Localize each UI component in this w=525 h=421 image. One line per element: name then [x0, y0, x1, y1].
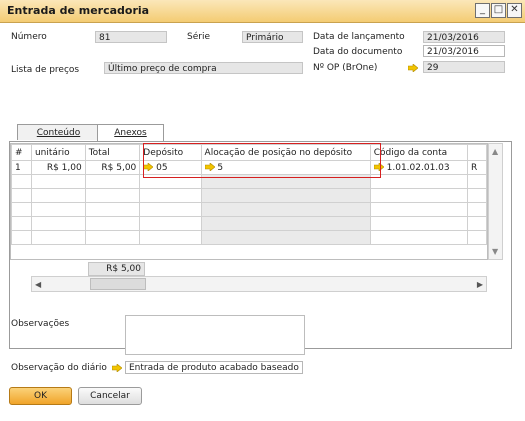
data-documento-label: Data do documento	[313, 47, 403, 57]
col-header-conta[interactable]: Código da conta	[369, 144, 469, 161]
numero-field[interactable]: 81	[95, 31, 167, 43]
ok-button[interactable]: OK	[9, 387, 72, 405]
tab-anexos[interactable]: Anexos	[97, 124, 164, 141]
close-icon[interactable]: ✕	[507, 3, 522, 18]
row-unitario[interactable]: R$ 1,00	[30, 160, 86, 175]
tab-anexos-label: Anexos	[114, 128, 147, 138]
scroll-up-icon[interactable]: ▲	[492, 147, 498, 156]
scroll-thumb[interactable]	[90, 278, 146, 290]
diario-link-arrow-icon[interactable]	[112, 364, 122, 372]
table-row[interactable]	[11, 202, 487, 217]
col-header-r[interactable]	[467, 144, 487, 161]
numero-label: Número	[11, 32, 47, 42]
grid-horizontal-scrollbar[interactable]: ◀ ▶	[31, 276, 487, 292]
observacao-diario-field[interactable]: Entrada de produto acabado baseado n	[125, 361, 303, 374]
data-documento-field[interactable]: 21/03/2016	[423, 45, 505, 57]
scroll-left-icon[interactable]: ◀	[35, 280, 41, 289]
lista-precos-label: Lista de preços	[11, 65, 80, 75]
row-total[interactable]: R$ 5,00	[84, 160, 141, 175]
cancel-button[interactable]: Cancelar	[78, 387, 142, 405]
link-arrow-icon[interactable]	[408, 64, 418, 72]
table-row[interactable]	[11, 216, 487, 231]
window-title: Entrada de mercadoria	[7, 4, 150, 17]
scroll-down-icon[interactable]: ▼	[492, 247, 498, 256]
observacao-diario-label: Observação do diário	[11, 363, 107, 373]
col-header-num[interactable]: #	[11, 144, 32, 161]
highlight-box	[143, 143, 381, 178]
row-conta: 1.01.02.01.03	[386, 162, 450, 173]
grid-vertical-scrollbar[interactable]: ▲ ▼	[488, 143, 503, 260]
table-row[interactable]	[11, 230, 487, 245]
col-header-unitario[interactable]: unitário	[30, 144, 86, 161]
scroll-right-icon[interactable]: ▶	[477, 280, 483, 289]
maximize-icon[interactable]: □	[491, 3, 506, 18]
serie-label: Série	[187, 32, 210, 42]
nop-label: Nº OP (BrOne)	[313, 63, 378, 73]
data-lancamento-field[interactable]: 21/03/2016	[423, 31, 505, 43]
row-num: 1	[11, 160, 32, 175]
serie-select[interactable]: Primário	[242, 31, 303, 43]
data-lancamento-label: Data de lançamento	[313, 32, 405, 42]
row-r: R	[467, 160, 487, 175]
col-header-total[interactable]: Total	[84, 144, 141, 161]
total-footer: R$ 5,00	[88, 262, 145, 276]
tab-conteudo-label: Conteúdo	[36, 128, 81, 138]
lista-precos-select[interactable]: Último preço de compra	[104, 62, 303, 74]
minimize-icon[interactable]: _	[475, 3, 490, 18]
observacoes-label: Observações	[11, 319, 70, 329]
observacoes-textarea[interactable]	[125, 315, 305, 355]
tab-conteudo[interactable]: Conteúdo	[17, 124, 100, 140]
row-conta-cell[interactable]: 1.01.02.01.03	[369, 160, 469, 175]
nop-field[interactable]: 29	[423, 61, 505, 73]
table-row[interactable]	[11, 188, 487, 203]
